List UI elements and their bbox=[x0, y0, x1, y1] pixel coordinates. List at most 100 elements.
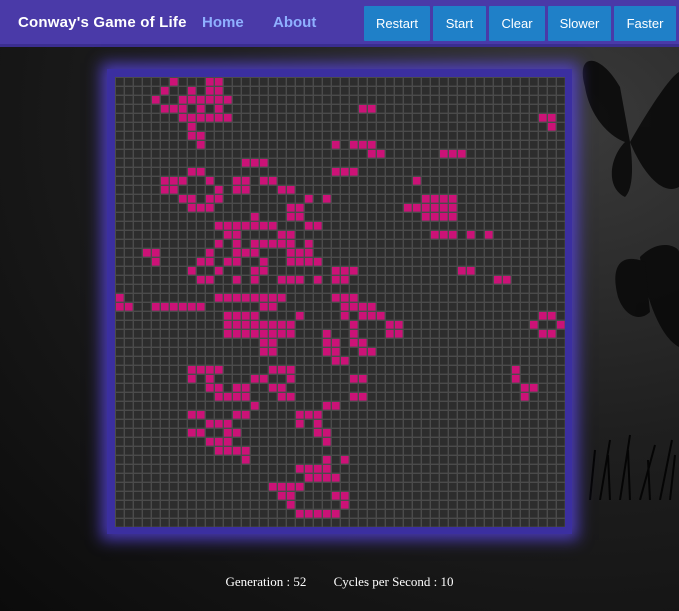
grid-cell[interactable] bbox=[431, 402, 439, 410]
grid-cell[interactable] bbox=[440, 159, 448, 167]
grid-cell[interactable] bbox=[431, 123, 439, 131]
grid-cell[interactable] bbox=[521, 114, 529, 122]
grid-cell[interactable] bbox=[395, 78, 403, 86]
grid-cell[interactable] bbox=[134, 204, 142, 212]
grid-cell[interactable] bbox=[368, 501, 376, 509]
grid-cell[interactable] bbox=[332, 447, 340, 455]
grid-cell[interactable] bbox=[179, 330, 187, 338]
grid-cell[interactable] bbox=[152, 384, 160, 392]
grid-cell[interactable] bbox=[116, 456, 124, 464]
grid-cell[interactable] bbox=[476, 339, 484, 347]
grid-cell[interactable] bbox=[152, 267, 160, 275]
grid-cell[interactable] bbox=[368, 384, 376, 392]
grid-cell[interactable] bbox=[260, 96, 268, 104]
grid-cell[interactable] bbox=[422, 420, 430, 428]
grid-cell[interactable] bbox=[539, 339, 547, 347]
grid-cell-alive[interactable] bbox=[251, 321, 259, 329]
grid-cell[interactable] bbox=[503, 294, 511, 302]
grid-cell[interactable] bbox=[332, 114, 340, 122]
grid-cell[interactable] bbox=[512, 492, 520, 500]
grid-cell[interactable] bbox=[152, 312, 160, 320]
grid-cell[interactable] bbox=[161, 258, 169, 266]
grid-cell[interactable] bbox=[314, 231, 322, 239]
grid-cell-alive[interactable] bbox=[467, 231, 475, 239]
grid-cell-alive[interactable] bbox=[269, 483, 277, 491]
grid-cell[interactable] bbox=[152, 123, 160, 131]
grid-cell[interactable] bbox=[368, 402, 376, 410]
grid-cell[interactable] bbox=[323, 105, 331, 113]
clear-button[interactable]: Clear bbox=[489, 6, 545, 41]
grid-cell[interactable] bbox=[323, 186, 331, 194]
grid-cell[interactable] bbox=[368, 168, 376, 176]
grid-cell[interactable] bbox=[458, 366, 466, 374]
grid-cell[interactable] bbox=[134, 150, 142, 158]
grid-cell[interactable] bbox=[485, 123, 493, 131]
grid-cell[interactable] bbox=[332, 429, 340, 437]
grid-cell[interactable] bbox=[278, 141, 286, 149]
grid-cell[interactable] bbox=[548, 519, 556, 527]
grid-cell[interactable] bbox=[395, 465, 403, 473]
grid-cell[interactable] bbox=[386, 204, 394, 212]
grid-cell[interactable] bbox=[368, 249, 376, 257]
grid-cell[interactable] bbox=[269, 231, 277, 239]
grid-cell[interactable] bbox=[143, 474, 151, 482]
grid-cell[interactable] bbox=[197, 177, 205, 185]
grid-cell[interactable] bbox=[485, 465, 493, 473]
grid-cell-alive[interactable] bbox=[323, 456, 331, 464]
grid-cell[interactable] bbox=[152, 141, 160, 149]
grid-cell[interactable] bbox=[125, 285, 133, 293]
grid-cell[interactable] bbox=[134, 132, 142, 140]
grid-cell[interactable] bbox=[314, 78, 322, 86]
grid-cell[interactable] bbox=[242, 78, 250, 86]
grid-cell[interactable] bbox=[413, 186, 421, 194]
grid-cell[interactable] bbox=[395, 411, 403, 419]
grid-cell-alive[interactable] bbox=[251, 267, 259, 275]
grid-cell[interactable] bbox=[494, 168, 502, 176]
grid-cell[interactable] bbox=[467, 96, 475, 104]
grid-cell[interactable] bbox=[359, 222, 367, 230]
grid-cell[interactable] bbox=[197, 357, 205, 365]
grid-cell[interactable] bbox=[152, 366, 160, 374]
grid-cell[interactable] bbox=[287, 411, 295, 419]
grid-cell[interactable] bbox=[197, 375, 205, 383]
grid-cell[interactable] bbox=[449, 294, 457, 302]
grid-cell[interactable] bbox=[422, 366, 430, 374]
grid-cell[interactable] bbox=[539, 123, 547, 131]
grid-cell[interactable] bbox=[359, 132, 367, 140]
grid-cell[interactable] bbox=[521, 510, 529, 518]
grid-cell[interactable] bbox=[368, 330, 376, 338]
grid-cell[interactable] bbox=[323, 285, 331, 293]
grid-cell[interactable] bbox=[512, 141, 520, 149]
grid-cell[interactable] bbox=[197, 267, 205, 275]
grid-cell[interactable] bbox=[512, 78, 520, 86]
grid-cell[interactable] bbox=[233, 375, 241, 383]
grid-cell[interactable] bbox=[404, 438, 412, 446]
grid-cell[interactable] bbox=[440, 438, 448, 446]
grid-cell[interactable] bbox=[395, 366, 403, 374]
grid-cell[interactable] bbox=[539, 150, 547, 158]
grid-cell[interactable] bbox=[197, 492, 205, 500]
grid-cell[interactable] bbox=[332, 213, 340, 221]
grid-cell[interactable] bbox=[269, 105, 277, 113]
grid-cell[interactable] bbox=[188, 249, 196, 257]
grid-cell[interactable] bbox=[368, 321, 376, 329]
grid-cell[interactable] bbox=[233, 420, 241, 428]
grid-cell[interactable] bbox=[188, 447, 196, 455]
grid-cell[interactable] bbox=[269, 474, 277, 482]
grid-cell[interactable] bbox=[512, 429, 520, 437]
grid-cell[interactable] bbox=[494, 258, 502, 266]
grid-cell[interactable] bbox=[260, 168, 268, 176]
grid-cell[interactable] bbox=[323, 177, 331, 185]
grid-cell[interactable] bbox=[548, 213, 556, 221]
grid-cell[interactable] bbox=[233, 204, 241, 212]
grid-cell[interactable] bbox=[179, 348, 187, 356]
grid-cell[interactable] bbox=[440, 447, 448, 455]
grid-cell[interactable] bbox=[152, 393, 160, 401]
grid-cell[interactable] bbox=[278, 465, 286, 473]
grid-cell[interactable] bbox=[458, 123, 466, 131]
grid-cell[interactable] bbox=[449, 411, 457, 419]
grid-cell[interactable] bbox=[458, 276, 466, 284]
grid-cell[interactable] bbox=[377, 492, 385, 500]
grid-cell-alive[interactable] bbox=[269, 240, 277, 248]
grid-cell[interactable] bbox=[170, 366, 178, 374]
